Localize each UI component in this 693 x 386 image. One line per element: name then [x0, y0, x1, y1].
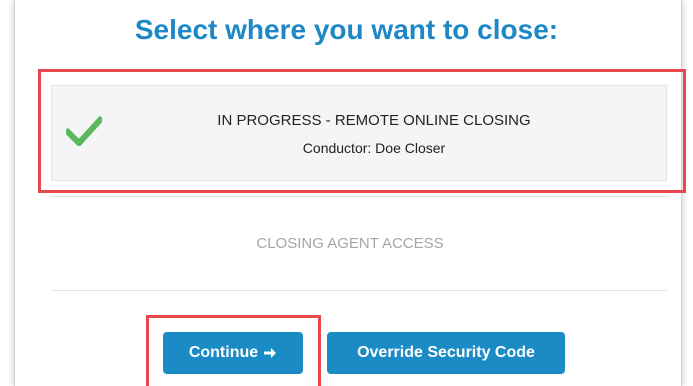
- option-conductor: Conductor: Doe Closer: [302, 140, 446, 156]
- divider: [51, 290, 667, 291]
- divider: [51, 196, 667, 197]
- option-status: IN PROGRESS - REMOTE ONLINE CLOSING: [217, 112, 531, 129]
- closing-agent-access-link[interactable]: CLOSING AGENT ACCESS: [0, 235, 693, 252]
- override-security-code-button[interactable]: Override Security Code: [327, 332, 565, 374]
- continue-button-label: Continue: [188, 344, 259, 361]
- page-title: Select where you want to close:: [134, 14, 559, 45]
- closing-option-remote-online[interactable]: IN PROGRESS - REMOTE ONLINE CLOSING Cond…: [51, 85, 667, 181]
- dialog-frame: [14, 0, 682, 386]
- arrow-right-icon: [264, 348, 277, 358]
- continue-button[interactable]: Continue: [163, 332, 303, 374]
